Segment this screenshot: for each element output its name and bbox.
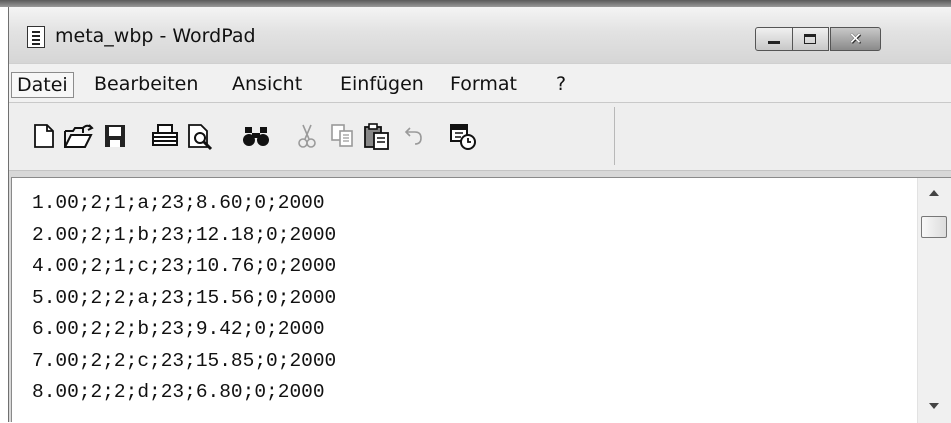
close-button[interactable]: ✕ xyxy=(830,27,881,51)
new-document-icon[interactable] xyxy=(33,123,55,149)
menu-ansicht[interactable]: Ansicht xyxy=(227,72,307,98)
text-line[interactable]: 2.00;2;1;b;23;12.18;0;2000 xyxy=(32,220,336,252)
menu-einfuegen[interactable]: Einfügen xyxy=(335,72,429,98)
open-icon[interactable] xyxy=(63,123,95,149)
document-area[interactable]: 1.00;2;1;a;23;8.60;0;2000 2.00;2;1;b;23;… xyxy=(11,177,951,423)
print-preview-icon[interactable] xyxy=(187,123,217,151)
vertical-scrollbar[interactable] xyxy=(917,178,951,423)
menu-bar: Datei Bearbeiten Ansicht Einfügen Format… xyxy=(9,63,951,103)
document-text[interactable]: 1.00;2;1;a;23;8.60;0;2000 2.00;2;1;b;23;… xyxy=(32,188,336,409)
window-title: meta_wbp - WordPad xyxy=(55,25,256,47)
paste-icon[interactable] xyxy=(363,123,391,151)
minimize-icon xyxy=(768,41,780,44)
text-line[interactable]: 7.00;2;2;c;23;15.85;0;2000 xyxy=(32,346,336,378)
wordpad-document-icon[interactable] xyxy=(27,26,45,48)
text-line[interactable]: 4.00;2;1;c;23;10.76;0;2000 xyxy=(32,251,336,283)
undo-icon[interactable] xyxy=(401,123,425,147)
menu-bearbeiten[interactable]: Bearbeiten xyxy=(89,72,203,98)
save-icon[interactable] xyxy=(103,123,127,149)
toolbar-separator xyxy=(614,107,615,165)
minimize-button[interactable] xyxy=(755,27,793,51)
insert-date-time-icon[interactable] xyxy=(449,123,477,151)
find-icon[interactable] xyxy=(241,123,271,149)
toolbar xyxy=(9,103,951,171)
menu-datei[interactable]: Datei xyxy=(11,72,74,98)
title-bar[interactable]: meta_wbp - WordPad ✕ xyxy=(9,7,951,63)
desktop-strip xyxy=(0,0,951,7)
wordpad-window: meta_wbp - WordPad ✕ Datei Bearbeiten An… xyxy=(8,7,951,423)
maximize-button[interactable] xyxy=(793,27,829,51)
close-icon: ✕ xyxy=(848,29,863,48)
scroll-up-arrow-icon[interactable] xyxy=(929,190,939,196)
text-line[interactable]: 1.00;2;1;a;23;8.60;0;2000 xyxy=(32,188,336,220)
maximize-icon xyxy=(804,34,816,44)
text-line[interactable]: 5.00;2;2;a;23;15.56;0;2000 xyxy=(32,283,336,315)
menu-format[interactable]: Format xyxy=(445,72,522,98)
cut-icon[interactable] xyxy=(297,123,317,149)
text-line[interactable]: 6.00;2;2;b;23;9.42;0;2000 xyxy=(32,314,336,346)
scroll-thumb[interactable] xyxy=(921,216,947,238)
menu-help[interactable]: ? xyxy=(551,72,571,98)
copy-icon[interactable] xyxy=(330,123,356,149)
scroll-down-arrow-icon[interactable] xyxy=(929,403,939,409)
text-line[interactable]: 8.00;2;2;d;23;6.80;0;2000 xyxy=(32,377,336,409)
print-icon[interactable] xyxy=(150,123,180,149)
